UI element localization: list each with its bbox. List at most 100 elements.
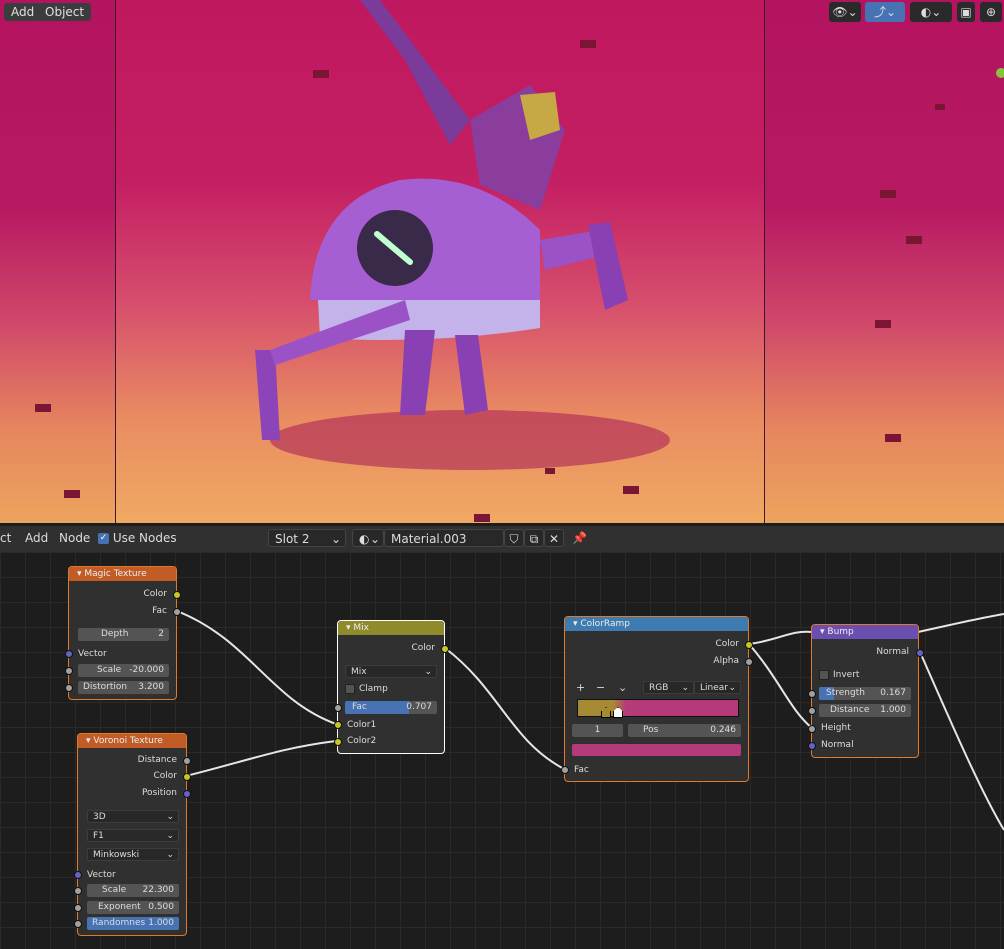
node-header[interactable]: ▾ Voronoi Texture [78, 734, 186, 748]
distance-value: 1.000 [880, 705, 906, 715]
viewport-object-menu[interactable]: Object [38, 3, 92, 21]
output-alpha: Alpha [713, 656, 739, 666]
socket-distance-in[interactable] [808, 707, 816, 715]
clamp-toggle[interactable]: Clamp [336, 682, 444, 696]
stop-index-field[interactable]: 1 [572, 724, 623, 737]
socket-color2-in[interactable] [334, 738, 342, 746]
chevron-down-icon: ⌄ [424, 667, 432, 677]
material-browse-button[interactable]: ◐ ⌄ [352, 529, 384, 547]
strength-field[interactable]: Strength 0.167 [819, 687, 911, 700]
viewport-add-menu[interactable]: Add [4, 3, 42, 21]
scale-field[interactable]: Scale -20.000 [78, 664, 169, 677]
bump-node[interactable]: ▾ Bump Normal Invert Strength 0.167 Dista… [808, 625, 924, 757]
fac-value: 0.707 [406, 702, 432, 712]
voronoi-texture-node[interactable]: ▾ Voronoi Texture Distance Color Positio… [74, 734, 191, 935]
add-stop-button[interactable]: + [576, 681, 585, 694]
socket-distortion-in[interactable] [65, 684, 73, 692]
interpolation-dropdown[interactable]: Linear ⌄ [694, 681, 741, 694]
gizmo-icon[interactable]: ⤴⌄ [865, 2, 905, 22]
socket-color1-in[interactable] [334, 721, 342, 729]
scale-field[interactable]: Scale 22.300 [87, 884, 179, 897]
input-height: Height [821, 723, 851, 733]
socket-scale-in[interactable] [65, 667, 73, 675]
interpolation-value: Linear [700, 683, 728, 693]
invert-toggle[interactable]: Invert [810, 668, 918, 682]
chevron-down-icon: ⌄ [166, 850, 174, 860]
socket-fac-in[interactable] [561, 766, 569, 774]
blend-mode-dropdown[interactable]: Mix ⌄ [345, 665, 437, 678]
socket-alpha-out[interactable] [745, 658, 753, 666]
randomness-field[interactable]: Randomnes 1.000 [87, 917, 179, 930]
node-title: Voronoi Texture [93, 736, 163, 746]
socket-vector-in[interactable] [74, 871, 82, 879]
color-mode-dropdown[interactable]: RGB ⌄ [643, 681, 694, 694]
pos-value: 0.246 [710, 725, 736, 735]
blend-mode-value: Mix [351, 667, 367, 677]
randomness-value: 1.000 [148, 918, 174, 928]
clamp-checkbox[interactable] [345, 683, 355, 694]
distortion-field[interactable]: Distortion 3.200 [78, 681, 169, 694]
material-name-field[interactable]: Material.003 [384, 529, 504, 547]
node-header[interactable]: ▾ Magic Texture [69, 567, 176, 581]
use-nodes-toggle[interactable]: ✓ Use Nodes [98, 531, 177, 545]
distance-field[interactable]: Distance 1.000 [819, 704, 911, 717]
node-editor-header: ct Add Node ✓ Use Nodes Slot 2 ⌄ ◐ ⌄ Mate… [0, 526, 1004, 553]
visibility-eye-icon[interactable]: 👁⌄ [829, 2, 861, 22]
wireframe-shading-icon[interactable]: ⊕ [980, 2, 1002, 22]
socket-color-out[interactable] [745, 641, 753, 649]
output-color: Color [715, 639, 740, 649]
fake-user-shield-icon[interactable]: ⛉ [504, 529, 524, 547]
header-add-menu[interactable]: Add [25, 531, 48, 545]
pos-field[interactable]: Pos 0.246 [628, 724, 741, 737]
scale-label: Scale [102, 885, 127, 895]
gizmo-y-axis-icon[interactable] [996, 68, 1004, 78]
socket-distance-out[interactable] [183, 757, 191, 765]
socket-color-out[interactable] [183, 773, 191, 781]
randomness-label: Randomnes [92, 918, 146, 928]
socket-height-in[interactable] [808, 725, 816, 733]
remove-stop-button[interactable]: − [596, 681, 605, 694]
exponent-value: 0.500 [148, 902, 174, 912]
socket-normal-out[interactable] [916, 649, 924, 657]
header-node-menu[interactable]: Node [59, 531, 90, 545]
socket-position-out[interactable] [183, 790, 191, 798]
node-header[interactable]: ▾ Bump [812, 625, 918, 639]
fac-field[interactable]: Fac 0.707 [345, 701, 437, 714]
xray-icon[interactable]: ▣ [957, 2, 975, 22]
duplicate-material-icon[interactable]: ⧉ [524, 529, 544, 547]
stop-color-swatch[interactable] [572, 744, 741, 756]
input-color1: Color1 [347, 720, 377, 730]
socket-vector-in[interactable] [65, 650, 73, 658]
node-header[interactable]: ▾ ColorRamp [565, 617, 748, 631]
overlay-icon[interactable]: ◐⌄ [910, 2, 952, 22]
socket-color-out[interactable] [441, 645, 449, 653]
unlink-close-icon[interactable]: ✕ [544, 529, 564, 547]
mix-node[interactable]: ▾ Mix Color Mix ⌄ Clamp Fac 0.707 Color1 C… [334, 621, 449, 753]
feature-dropdown[interactable]: F1 ⌄ [87, 829, 179, 842]
socket-exponent-in[interactable] [74, 904, 82, 912]
magic-texture-node[interactable]: ▾ Magic Texture Color Fac Depth 2 Vector … [65, 567, 181, 699]
pin-icon[interactable]: 📌 [572, 531, 587, 545]
colorramp-node[interactable]: ▾ ColorRamp Color Alpha + − ⌄ RGB ⌄ Linea… [561, 617, 753, 781]
clamp-label: Clamp [359, 684, 388, 694]
depth-field[interactable]: Depth 2 [78, 628, 169, 641]
invert-checkbox[interactable] [819, 669, 829, 680]
header-select-menu[interactable]: ct [0, 531, 11, 545]
output-distance: Distance [137, 755, 177, 765]
dimensions-dropdown[interactable]: 3D ⌄ [87, 810, 179, 823]
socket-normal-in[interactable] [808, 742, 816, 750]
socket-color-out[interactable] [173, 591, 181, 599]
use-nodes-checkbox[interactable]: ✓ [98, 533, 109, 544]
socket-fac-out[interactable] [173, 608, 181, 616]
slot-dropdown[interactable]: Slot 2 ⌄ [268, 529, 346, 547]
metric-dropdown[interactable]: Minkowski ⌄ [87, 848, 179, 861]
socket-strength-in[interactable] [808, 690, 816, 698]
ramp-menu-button[interactable]: ⌄ [618, 681, 627, 694]
3d-viewport[interactable]: Add Object 👁⌄ ⤴⌄ ◐⌄ ▣ ⊕ [0, 0, 1004, 523]
socket-fac-in[interactable] [334, 704, 342, 712]
socket-scale-in[interactable] [74, 887, 82, 895]
chevron-down-icon: ⌄ [166, 831, 174, 841]
socket-randomness-in[interactable] [74, 920, 82, 928]
node-header[interactable]: ▾ Mix [338, 621, 444, 635]
exponent-field[interactable]: Exponent 0.500 [87, 901, 179, 914]
